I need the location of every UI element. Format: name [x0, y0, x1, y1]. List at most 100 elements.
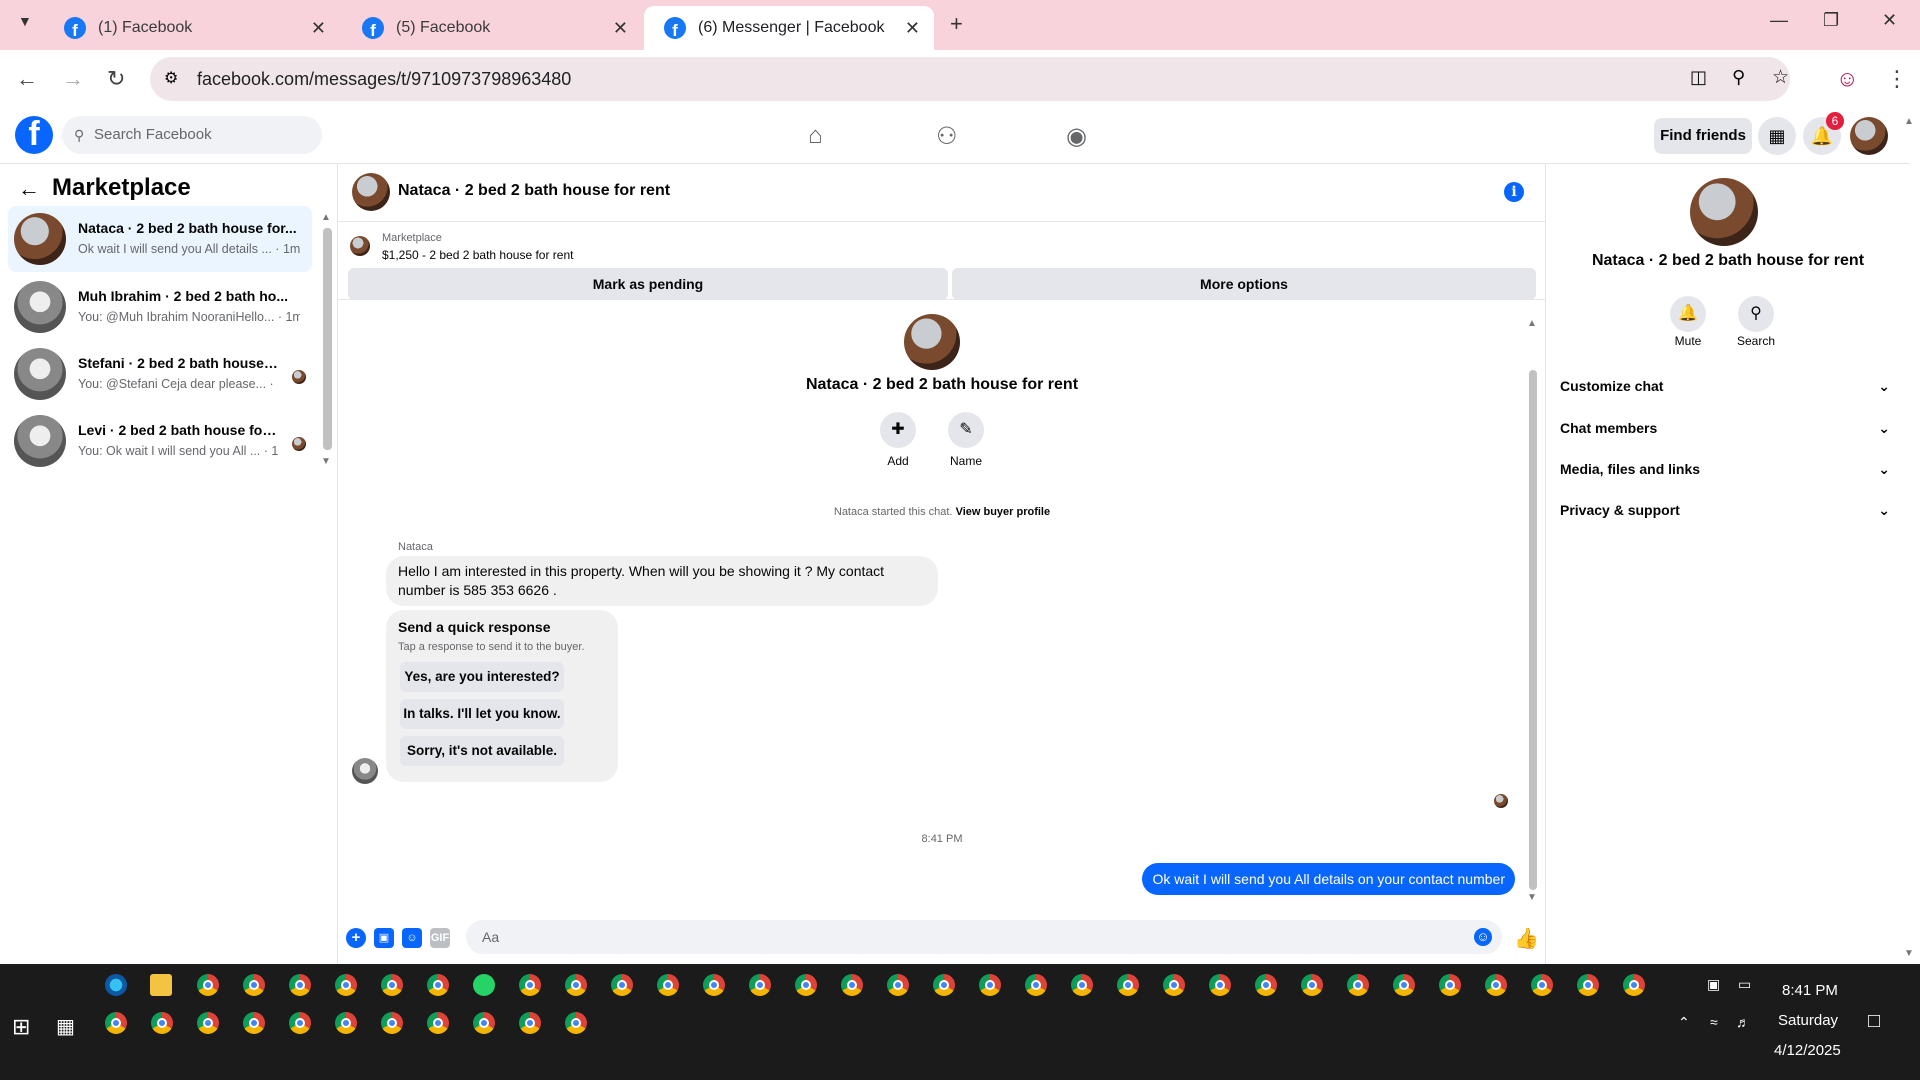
message-input[interactable]: Aa ☺ [466, 920, 1502, 954]
conversation-item[interactable]: Levi · 2 bed 2 bath house for ... You: O… [8, 408, 312, 474]
sidebar-scrollbar[interactable] [323, 228, 332, 450]
url-field[interactable]: ⚙ facebook.com/messages/t/97109737989634… [150, 57, 1790, 101]
chrome-icon[interactable] [105, 1012, 127, 1034]
page-scroll-down-icon[interactable]: ▼ [1904, 948, 1914, 959]
minimize-icon[interactable]: — [1770, 10, 1788, 31]
reload-icon[interactable]: ↻ [107, 66, 125, 92]
listing-title[interactable]: $1,250 - 2 bed 2 bath house for rent [382, 248, 573, 262]
scroll-down-icon[interactable]: ▼ [321, 456, 331, 467]
plus-icon[interactable]: + [346, 928, 366, 948]
tab-messenger[interactable]: f (6) Messenger | Facebook ✕ [644, 6, 934, 50]
chrome-icon[interactable] [1255, 974, 1277, 996]
chrome-icon[interactable] [1209, 974, 1231, 996]
edge-icon[interactable] [105, 974, 127, 996]
chrome-icon[interactable] [1025, 974, 1047, 996]
chrome-icon[interactable] [381, 974, 403, 996]
chrome-icon[interactable] [427, 1012, 449, 1034]
task-view-icon[interactable]: ▦ [56, 1014, 75, 1039]
chrome-icon[interactable] [611, 974, 633, 996]
chrome-icon[interactable] [335, 974, 357, 996]
find-friends-button[interactable]: Find friends [1654, 118, 1752, 154]
chrome-icon[interactable] [197, 974, 219, 996]
chrome-icon[interactable] [749, 974, 771, 996]
chrome-icon[interactable] [243, 1012, 265, 1034]
chrome-icon[interactable] [519, 974, 541, 996]
chrome-icon[interactable] [1439, 974, 1461, 996]
search-icon[interactable]: ⚲ [1738, 296, 1774, 332]
chat-members-section[interactable]: Chat members ⌄ [1560, 408, 1898, 448]
info-icon[interactable]: i [1504, 182, 1524, 202]
file-explorer-icon[interactable] [150, 974, 172, 996]
chrome-icon[interactable] [289, 974, 311, 996]
chrome-icon[interactable] [979, 974, 1001, 996]
chrome-icon[interactable] [1301, 974, 1323, 996]
media-files-links-section[interactable]: Media, files and links ⌄ [1560, 449, 1898, 489]
close-tab-icon[interactable]: ✕ [905, 18, 920, 39]
wifi-icon[interactable]: ≈ [1710, 1014, 1718, 1030]
gif-icon[interactable]: GIF [430, 928, 450, 948]
chat-scroll-up-icon[interactable]: ▲ [1527, 318, 1537, 329]
search-input[interactable]: ⚲ Search Facebook [62, 116, 322, 154]
back-arrow-icon[interactable]: ← [18, 176, 40, 202]
groups-icon[interactable]: ◉ [1066, 122, 1087, 151]
chrome-icon[interactable] [657, 974, 679, 996]
bookmark-star-icon[interactable]: ☆ [1772, 66, 1789, 89]
new-tab-icon[interactable]: + [950, 11, 963, 37]
chrome-icon[interactable] [1071, 974, 1093, 996]
close-tab-icon[interactable]: ✕ [613, 18, 628, 39]
chrome-icon[interactable] [1347, 974, 1369, 996]
page-scroll-up-icon[interactable]: ▲ [1904, 116, 1914, 127]
site-settings-icon[interactable]: ⚙ [164, 68, 178, 88]
add-person-icon[interactable]: ✚ [880, 412, 916, 448]
chrome-icon[interactable] [335, 1012, 357, 1034]
chrome-icon[interactable] [197, 1012, 219, 1034]
notification-center-icon[interactable]: □ [1868, 1010, 1880, 1033]
conversation-item[interactable]: Muh Ibrahim · 2 bed 2 bath ho... You: @M… [8, 274, 312, 340]
chrome-icon[interactable] [565, 974, 587, 996]
chrome-icon[interactable] [933, 974, 955, 996]
chrome-icon[interactable] [565, 1012, 587, 1034]
chat-title[interactable]: Nataca · 2 bed 2 bath house for rent [398, 182, 670, 200]
quick-response-button[interactable]: Yes, are you interested? [400, 662, 564, 692]
whatsapp-icon[interactable] [473, 974, 495, 996]
customize-chat-section[interactable]: Customize chat ⌄ [1560, 366, 1898, 406]
install-app-icon[interactable]: ◫ [1690, 67, 1707, 88]
chat-scroll-down-icon[interactable]: ▼ [1527, 892, 1537, 903]
chrome-icon[interactable] [841, 974, 863, 996]
mark-as-pending-button[interactable]: Mark as pending [348, 268, 948, 300]
sticker-icon[interactable]: ☺ [402, 928, 422, 948]
chrome-icon[interactable] [1163, 974, 1185, 996]
forward-icon[interactable]: → [62, 66, 84, 92]
photo-icon[interactable]: ▣ [374, 928, 394, 948]
view-buyer-profile-link[interactable]: View buyer profile [956, 506, 1051, 518]
meet-now-icon[interactable]: ▣ [1707, 976, 1720, 993]
chrome-icon[interactable] [519, 1012, 541, 1034]
chrome-icon[interactable] [381, 1012, 403, 1034]
facebook-logo-icon[interactable]: f [15, 116, 53, 154]
more-options-button[interactable]: More options [952, 268, 1536, 300]
tab-facebook-5[interactable]: f (5) Facebook ✕ [342, 6, 642, 50]
listing-thumbnail[interactable] [350, 236, 370, 256]
edit-name-pencil-icon[interactable]: ✎ [948, 412, 984, 448]
chrome-icon[interactable] [289, 1012, 311, 1034]
back-icon[interactable]: ← [16, 66, 38, 92]
chrome-icon[interactable] [795, 974, 817, 996]
chrome-icon[interactable] [1531, 974, 1553, 996]
avatar[interactable] [352, 173, 390, 211]
chrome-icon[interactable] [1117, 974, 1139, 996]
sender-avatar[interactable] [352, 758, 378, 784]
chrome-icon[interactable] [887, 974, 909, 996]
chrome-icon[interactable] [473, 1012, 495, 1034]
conversation-item[interactable]: Stefani · 2 bed 2 bath house f... You: @… [8, 341, 312, 407]
chrome-icon[interactable] [427, 974, 449, 996]
friends-icon[interactable]: ⚇ [936, 122, 958, 151]
tab-search-chevron-icon[interactable]: ▼ [18, 13, 32, 29]
restore-icon[interactable]: ❐ [1823, 10, 1839, 31]
clock-date[interactable]: 4/12/2025 [1774, 1042, 1841, 1059]
chrome-icon[interactable] [243, 974, 265, 996]
privacy-support-section[interactable]: Privacy & support ⌄ [1560, 490, 1898, 530]
chrome-icon[interactable] [1577, 974, 1599, 996]
zoom-icon[interactable]: ⚲ [1732, 67, 1745, 88]
chrome-icon[interactable] [1393, 974, 1415, 996]
mute-bell-icon[interactable]: 🔔 [1670, 296, 1706, 332]
